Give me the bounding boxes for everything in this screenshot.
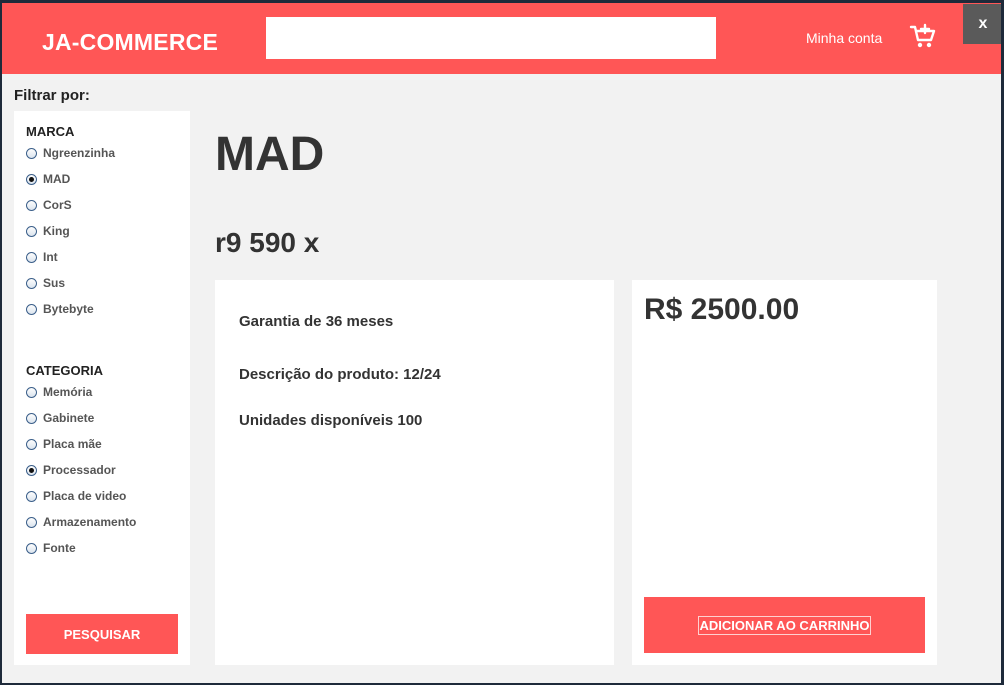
radio-button[interactable] xyxy=(26,199,37,211)
brand-option[interactable]: Sus xyxy=(26,270,115,296)
radio-button[interactable] xyxy=(26,225,37,237)
price-panel: R$ 2500.00 ADICIONAR AO CARRINHO xyxy=(632,280,937,665)
category-option[interactable]: Placa de video xyxy=(26,483,136,509)
brand-option[interactable]: Ngreenzinha xyxy=(26,140,115,166)
app-window: JA-COMMERCE Minha conta x Filtrar por: M… xyxy=(2,3,1001,683)
category-option[interactable]: Gabinete xyxy=(26,405,136,431)
category-radio-list: Memória Gabinete Placa mãe Processador Placa… xyxy=(26,379,136,561)
product-brand-title: MAD xyxy=(215,128,325,181)
brand-option-label: King xyxy=(43,224,70,238)
category-option-label: Processador xyxy=(43,463,116,477)
brand-option-label: Bytebyte xyxy=(43,302,94,316)
brand-option-label: CorS xyxy=(43,198,72,212)
brand-option[interactable]: King xyxy=(26,218,115,244)
brand-option-label: Ngreenzinha xyxy=(43,146,116,160)
brand-option[interactable]: Int xyxy=(26,244,115,270)
category-option[interactable]: Armazenamento xyxy=(26,509,136,535)
category-option-label: Gabinete xyxy=(43,411,95,425)
radio-button[interactable] xyxy=(26,464,37,476)
category-option-label: Memória xyxy=(43,385,93,399)
logo[interactable]: JA-COMMERCE xyxy=(42,29,218,56)
category-option[interactable]: Fonte xyxy=(26,535,136,561)
radio-button[interactable] xyxy=(26,438,37,450)
radio-button[interactable] xyxy=(26,173,37,185)
description-text: Descrição do produto: 12/24 xyxy=(239,366,441,383)
brand-option[interactable]: Bytebyte xyxy=(26,296,115,322)
category-option-label: Fonte xyxy=(43,541,76,555)
radio-button[interactable] xyxy=(26,147,37,159)
product-price: R$ 2500.00 xyxy=(644,293,800,326)
category-option-label: Placa de video xyxy=(43,489,127,503)
account-link[interactable]: Minha conta xyxy=(806,30,882,46)
category-option[interactable]: Processador xyxy=(26,457,136,483)
category-option[interactable]: Memória xyxy=(26,379,136,405)
radio-button[interactable] xyxy=(26,251,37,263)
radio-button[interactable] xyxy=(26,386,37,398)
radio-button[interactable] xyxy=(26,490,37,502)
category-option-label: Armazenamento xyxy=(43,515,137,529)
search-input[interactable] xyxy=(266,17,716,59)
close-button[interactable]: x xyxy=(963,4,1001,44)
brand-radio-list: Ngreenzinha MAD CorS King Int Sus Bytebyte xyxy=(26,140,115,322)
add-to-cart-label: ADICIONAR AO CARRINHO xyxy=(697,615,872,635)
brand-option[interactable]: MAD xyxy=(26,166,115,192)
category-option-label: Placa mãe xyxy=(43,437,102,451)
product-model: r9 590 x xyxy=(215,227,320,258)
radio-button[interactable] xyxy=(26,516,37,528)
brand-group-title: MARCA xyxy=(26,124,75,139)
add-to-cart-button[interactable]: ADICIONAR AO CARRINHO xyxy=(644,597,925,653)
brand-option-label: Sus xyxy=(43,276,66,290)
category-group-title: CATEGORIA xyxy=(26,363,104,378)
brand-option[interactable]: CorS xyxy=(26,192,115,218)
cart-plus-icon[interactable] xyxy=(909,23,937,51)
header-bar: JA-COMMERCE Minha conta xyxy=(2,3,1001,74)
radio-button[interactable] xyxy=(26,412,37,424)
stock-text: Unidades disponíveis 100 xyxy=(239,412,423,429)
search-button[interactable]: PESQUISAR xyxy=(26,614,178,654)
radio-button[interactable] xyxy=(26,542,37,554)
product-info-panel: Garantia de 36 meses Descrição do produt… xyxy=(215,280,614,665)
filter-sidebar: MARCA Ngreenzinha MAD CorS King Int Sus Byteby… xyxy=(14,111,190,665)
warranty-text: Garantia de 36 meses xyxy=(239,313,394,330)
brand-option-label: MAD xyxy=(43,172,71,186)
brand-option-label: Int xyxy=(43,250,58,264)
radio-button[interactable] xyxy=(26,277,37,289)
radio-button[interactable] xyxy=(26,303,37,315)
category-option[interactable]: Placa mãe xyxy=(26,431,136,457)
filter-title: Filtrar por: xyxy=(14,87,90,104)
